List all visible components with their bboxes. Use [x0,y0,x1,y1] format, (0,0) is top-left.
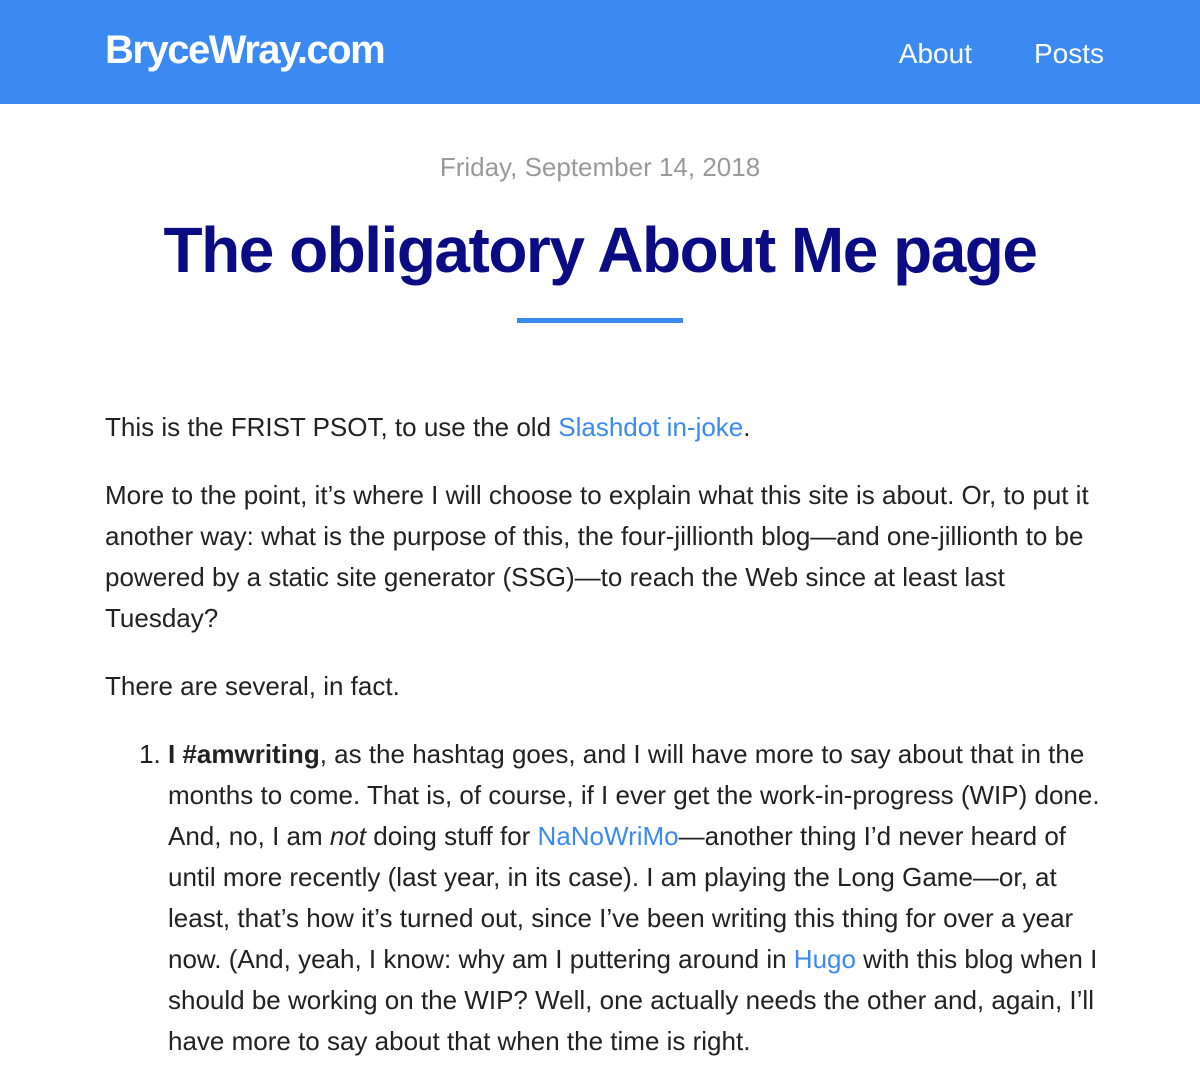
list-item-text: doing stuff for [366,821,538,851]
nanowrimo-link[interactable]: NaNoWriMo [538,821,679,851]
title-divider [517,318,683,323]
nav-link-posts[interactable]: Posts [1034,38,1104,70]
paragraph-reasons: There are several, in fact. [105,671,400,701]
site-header: BryceWray.com About Posts [0,0,1200,104]
post-title: The obligatory About Me page [163,214,1038,286]
slashdot-injoke-link[interactable]: Slashdot in-joke [558,412,743,442]
paragraph-intro-text: This is the FRIST PSOT, to use the old [105,412,559,442]
reasons-list: I #amwriting, as the hashtag goes, and I… [105,734,1104,1062]
paragraph-intro-end: . [743,412,751,442]
list-item-emphasis: not [329,821,367,851]
hugo-link[interactable]: Hugo [794,944,856,974]
nav-link-about[interactable]: About [899,38,972,70]
post-date: Friday, September 14, 2018 [439,152,761,182]
paragraph-purpose: More to the point, it’s where I will cho… [105,480,1089,633]
paragraph-intro: This is the FRIST PSOT, to use the old S… [105,407,1104,448]
list-item-bold-lead: I #amwriting [168,739,320,769]
list-item: I #amwriting, as the hashtag goes, and I… [168,734,1104,1062]
post-content: This is the FRIST PSOT, to use the old S… [105,407,1104,1062]
main-nav: About Posts [899,38,1104,70]
site-title-link[interactable]: BryceWray.com [105,28,386,73]
